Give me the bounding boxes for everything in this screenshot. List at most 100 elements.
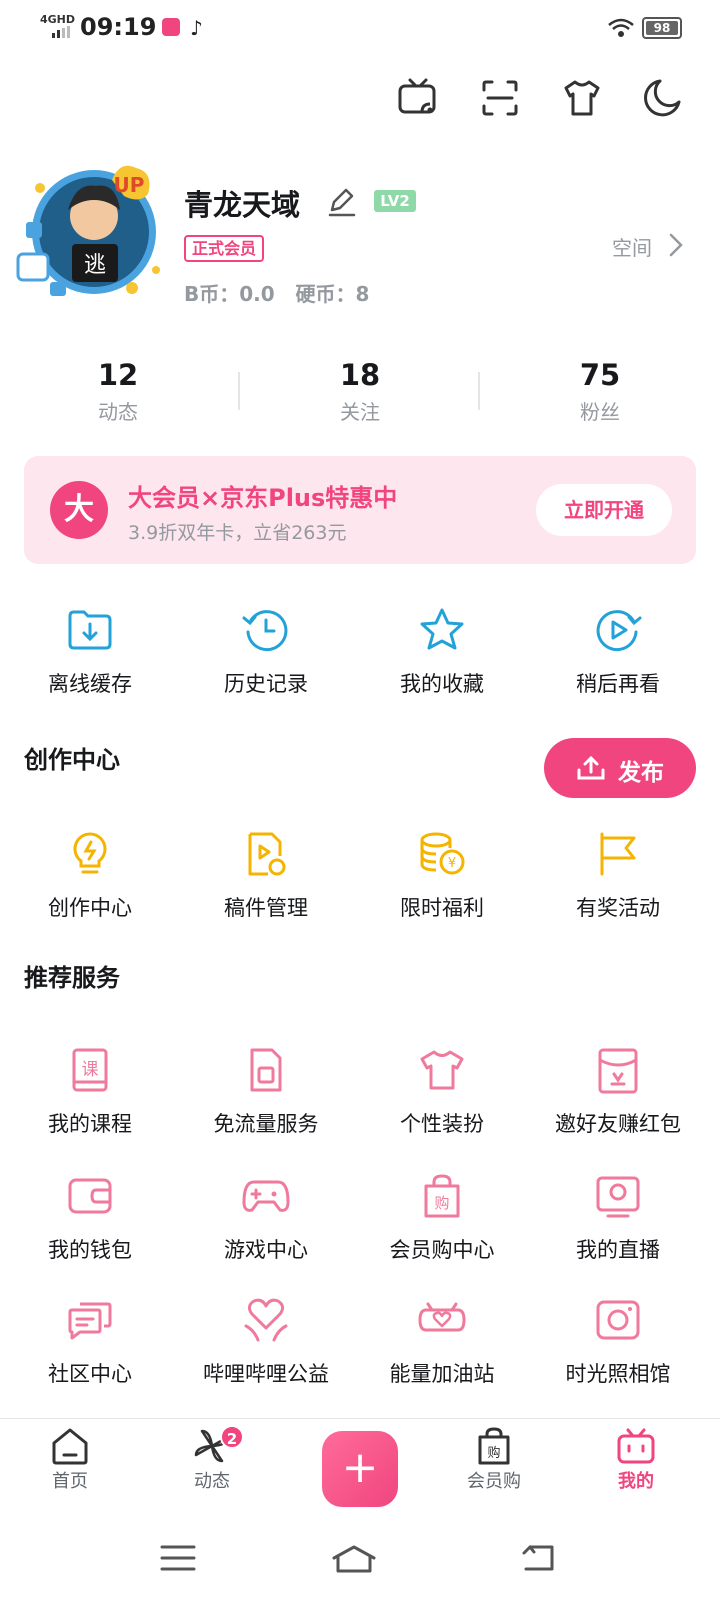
favorites-button[interactable]: 我的收藏 — [352, 606, 532, 716]
stat-followers-value: 75 — [579, 358, 621, 392]
my-live-button[interactable]: 我的直播 — [528, 1172, 708, 1282]
svg-text:课: 课 — [82, 1060, 99, 1080]
energy-station-button[interactable]: 能量加油站 — [352, 1296, 532, 1406]
svg-text:购: 购 — [487, 1445, 500, 1461]
recommended-row-2: 我的钱包 游戏中心 购 会员购中心 我的直播 — [0, 1172, 720, 1282]
divider — [238, 372, 240, 410]
member-shop-label: 会员购中心 — [389, 1238, 495, 1262]
username[interactable]: 青龙天域 — [184, 182, 300, 224]
chat-bubbles-icon — [68, 1302, 112, 1340]
stat-dynamic[interactable]: 12 动态 — [48, 358, 188, 425]
vip-icon: 大 — [50, 481, 108, 539]
home-nav-icon[interactable] — [330, 1544, 378, 1574]
invite-friends-label: 邀好友赚红包 — [555, 1112, 681, 1136]
wallet-icon — [68, 1178, 112, 1214]
quick-actions: 离线缓存 历史记录 我的收藏 稍后再看 — [0, 606, 720, 716]
stat-followers[interactable]: 75 粉丝 — [530, 358, 670, 425]
stat-following[interactable]: 18 关注 — [290, 358, 430, 425]
wallet-label: 我的钱包 — [48, 1238, 132, 1262]
status-bar: 4GHD 09:19 ♪ 98 — [0, 0, 720, 56]
my-live-label: 我的直播 — [576, 1238, 660, 1262]
vip-open-button[interactable]: 立即开通 — [536, 484, 672, 536]
coins-icon: ¥ — [420, 832, 465, 875]
watch-later-button[interactable]: 稍后再看 — [528, 606, 708, 716]
battery-level: 98 — [646, 21, 678, 35]
heart-hands-icon — [244, 1298, 288, 1342]
creation-center-button[interactable]: 创作中心 — [0, 830, 180, 940]
free-data-button[interactable]: 免流量服务 — [176, 1046, 356, 1156]
shopping-bag-icon: 购 — [424, 1174, 460, 1218]
history-label: 历史记录 — [224, 672, 308, 696]
lightbulb-icon — [73, 832, 107, 874]
star-icon — [420, 608, 464, 650]
decoration-button[interactable]: 个性装扮 — [352, 1046, 532, 1156]
shopping-bag-icon: 购 — [478, 1427, 510, 1465]
avatar[interactable]: 逃 UP — [16, 160, 166, 300]
svg-text:购: 购 — [434, 1194, 449, 1212]
coins-info: B币：0.0 硬币：8 — [184, 282, 370, 306]
offline-cache-label: 离线缓存 — [48, 672, 132, 696]
sim-card-icon — [250, 1048, 282, 1092]
offline-cache-button[interactable]: 离线缓存 — [0, 606, 180, 716]
manuscript-icon — [248, 832, 286, 876]
tshirt-icon[interactable] — [560, 76, 604, 120]
photo-studio-button[interactable]: 时光照相馆 — [528, 1296, 708, 1406]
reward-activity-button[interactable]: 有奖活动 — [528, 830, 708, 940]
red-packet-icon — [598, 1048, 638, 1094]
community-button[interactable]: 社区中心 — [0, 1296, 180, 1406]
charity-button[interactable]: 哔哩哔哩公益 — [176, 1296, 356, 1406]
watch-later-label: 稍后再看 — [576, 672, 660, 696]
invite-friends-button[interactable]: 邀好友赚红包 — [528, 1046, 708, 1156]
edit-icon[interactable] — [326, 186, 358, 218]
menu-icon[interactable] — [160, 1544, 196, 1572]
limited-benefits-button[interactable]: ¥ 限时福利 — [352, 830, 532, 940]
stat-following-label: 关注 — [340, 400, 380, 424]
create-plus-button[interactable]: + — [322, 1431, 398, 1507]
gamepad-icon — [242, 1180, 290, 1212]
recommended-title: 推荐服务 — [24, 964, 120, 992]
download-folder-icon — [68, 610, 112, 650]
vip-banner[interactable]: 大 大会员×京东Plus特惠中 3.9折双年卡，立省263元 立即开通 — [24, 456, 696, 564]
photo-studio-label: 时光照相馆 — [565, 1362, 671, 1386]
my-courses-button[interactable]: 课 我的课程 — [0, 1046, 180, 1156]
bottom-nav: 首页 2 动态 + 购 会员购 我的 — [0, 1418, 720, 1514]
energy-heart-icon — [418, 1302, 466, 1332]
svg-text:UP: UP — [114, 173, 145, 197]
free-data-label: 免流量服务 — [213, 1112, 319, 1136]
nav-home-label: 首页 — [52, 1471, 88, 1492]
game-center-button[interactable]: 游戏中心 — [176, 1172, 356, 1282]
charity-label: 哔哩哔哩公益 — [203, 1362, 329, 1386]
tshirt-icon — [420, 1050, 464, 1090]
night-mode-icon[interactable] — [640, 76, 684, 120]
membership-badge[interactable]: 正式会员 — [184, 235, 265, 262]
limited-benefits-label: 限时福利 — [400, 896, 484, 920]
manuscript-button[interactable]: 稿件管理 — [176, 830, 356, 940]
creation-center-label: 创作中心 — [48, 896, 132, 920]
stat-dynamic-label: 动态 — [98, 400, 138, 424]
nav-mine[interactable]: 我的 — [576, 1427, 696, 1493]
back-icon[interactable] — [520, 1544, 556, 1572]
recommended-row-3: 社区中心 哔哩哔哩公益 能量加油站 时光照相馆 — [0, 1296, 720, 1406]
chevron-right-icon[interactable] — [668, 232, 684, 258]
nav-shop[interactable]: 购 会员购 — [434, 1427, 554, 1493]
cast-tv-icon[interactable] — [396, 76, 440, 120]
space-link[interactable]: 空间 — [612, 232, 652, 261]
nav-home[interactable]: 首页 — [10, 1427, 130, 1493]
level-badge: LV2 — [374, 190, 416, 212]
creation-center-title: 创作中心 — [24, 746, 120, 774]
vip-subtitle: 3.9折双年卡，立省263元 — [128, 522, 347, 544]
svg-text:¥: ¥ — [448, 856, 456, 871]
nav-dynamic[interactable]: 2 动态 — [152, 1425, 272, 1493]
wallet-button[interactable]: 我的钱包 — [0, 1172, 180, 1282]
battery-icon: 98 — [642, 17, 682, 39]
member-shop-button[interactable]: 购 会员购中心 — [352, 1172, 532, 1282]
publish-button[interactable]: 发布 — [544, 738, 696, 798]
system-nav-bar — [0, 1514, 720, 1600]
scan-icon[interactable] — [478, 76, 522, 120]
history-button[interactable]: 历史记录 — [176, 606, 356, 716]
upload-icon — [577, 755, 605, 780]
decoration-label: 个性装扮 — [400, 1112, 484, 1136]
network-indicator: 4GHD — [40, 13, 76, 26]
app-notification-icon — [162, 18, 180, 36]
stat-dynamic-value: 12 — [97, 358, 139, 392]
